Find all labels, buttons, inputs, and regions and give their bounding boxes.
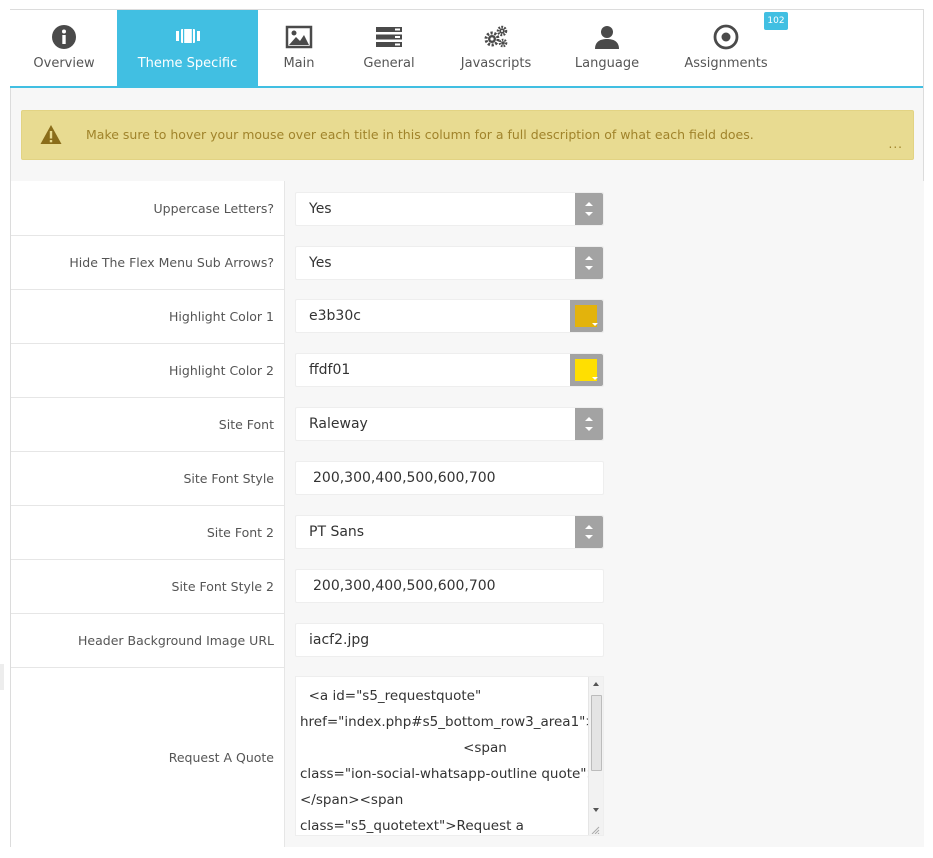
highlight-color-2-input[interactable]: ffdf01 (295, 353, 604, 387)
image-icon (285, 25, 313, 49)
highlight-color-1-label: Highlight Color 1 (11, 290, 284, 344)
tab-overview[interactable]: Overview (18, 10, 110, 86)
highlight-color-2-label: Highlight Color 2 (11, 344, 284, 398)
tab-language[interactable]: Language (567, 10, 647, 86)
info-alert: Make sure to hover your mouse over each … (21, 110, 914, 160)
hide-arrows-select[interactable]: Yes (295, 246, 604, 280)
tab-theme-specific[interactable]: Theme Specific (117, 10, 258, 86)
scroll-down-icon[interactable] (592, 807, 600, 813)
hide-arrows-label: Hide The Flex Menu Sub Arrows? (11, 236, 284, 290)
site-font-style-input[interactable]: 200,300,400,500,600,700 (295, 461, 604, 495)
info-icon (52, 25, 76, 49)
warning-icon (40, 125, 62, 144)
target-icon (713, 24, 739, 50)
textarea-scrollbar[interactable] (588, 677, 603, 835)
caret-icon (592, 323, 598, 326)
site-font-style-2-label: Site Font Style 2 (11, 560, 284, 614)
resize-grip-icon[interactable] (590, 825, 600, 834)
page-edge-marker (0, 664, 4, 690)
site-font-select[interactable]: Raleway (295, 407, 604, 441)
film-icon (175, 29, 200, 43)
gears-icon (484, 25, 508, 48)
user-icon (595, 26, 619, 49)
alert-message: Make sure to hover your mouse over each … (86, 127, 754, 142)
site-font-2-label: Site Font 2 (11, 506, 284, 560)
tab-javascripts[interactable]: Javascripts (453, 10, 539, 86)
highlight-color-1-input[interactable]: e3b30c (295, 299, 604, 333)
tab-main[interactable]: Main (265, 10, 333, 86)
color-picker-2[interactable] (570, 354, 603, 386)
request-quote-textarea[interactable]: <a id="s5_requestquote" href="index.php#… (295, 676, 604, 836)
server-icon (376, 27, 402, 47)
select-arrows-icon (575, 247, 603, 279)
select-arrows-icon (575, 193, 603, 225)
site-font-style-2-input[interactable]: 200,300,400,500,600,700 (295, 569, 604, 603)
color-picker-1[interactable] (570, 300, 603, 332)
site-font-style-label: Site Font Style (11, 452, 284, 506)
caret-icon (592, 377, 598, 380)
request-quote-label: Request A Quote (11, 668, 284, 847)
header-bg-url-input[interactable]: iacf2.jpg (295, 623, 604, 657)
uppercase-label: Uppercase Letters? (11, 181, 284, 236)
alert-more-link[interactable]: ... (889, 137, 903, 151)
select-arrows-icon (575, 516, 603, 548)
scroll-thumb[interactable] (591, 695, 602, 771)
header-bg-url-label: Header Background Image URL (11, 614, 284, 668)
site-font-label: Site Font (11, 398, 284, 452)
tab-general[interactable]: General (346, 10, 432, 86)
site-font-2-select[interactable]: PT Sans (295, 515, 604, 549)
select-arrows-icon (575, 408, 603, 440)
tab-assignments[interactable]: Assignments (678, 10, 774, 86)
assignments-count-badge: 102 (764, 12, 788, 30)
scroll-up-icon[interactable] (592, 681, 600, 687)
uppercase-select[interactable]: Yes (295, 192, 604, 226)
